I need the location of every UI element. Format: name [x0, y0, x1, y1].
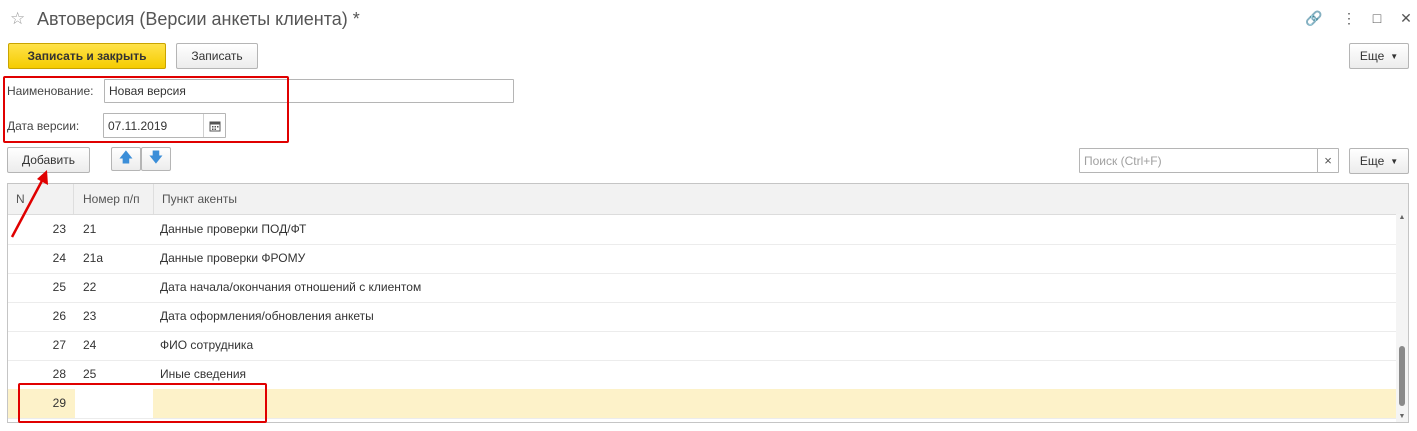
- link-icon[interactable]: 🔗: [1305, 10, 1323, 27]
- cell-item[interactable]: [154, 389, 1394, 418]
- table-header: N Номер п/п Пункт акенты: [8, 184, 1408, 215]
- table-row[interactable]: 26 23 Дата оформления/обновления анкеты: [8, 302, 1396, 332]
- move-down-button[interactable]: 🡇: [141, 147, 171, 171]
- table-scrollbar[interactable]: ▲ ▼: [1396, 214, 1408, 422]
- cell-item: Данные проверки ФРОМУ: [160, 251, 306, 265]
- arrow-down-icon: 🡇: [148, 149, 164, 165]
- cell-n: 27: [52, 338, 66, 352]
- cell-n: 24: [52, 251, 66, 265]
- maximize-icon[interactable]: □: [1368, 10, 1386, 26]
- close-icon[interactable]: ✕: [1397, 10, 1415, 27]
- cell-number: 24: [83, 338, 97, 352]
- cell-item: Дата оформления/обновления анкеты: [160, 309, 374, 323]
- more-label: Еще: [1359, 49, 1385, 63]
- search-placeholder: Поиск (Ctrl+F): [1084, 153, 1162, 168]
- scroll-up-icon[interactable]: ▲: [1396, 214, 1408, 224]
- move-up-button[interactable]: 🡅: [111, 147, 141, 171]
- cell-item: Данные проверки ПОД/ФТ: [160, 222, 307, 236]
- search-input[interactable]: Поиск (Ctrl+F): [1079, 148, 1318, 173]
- cell-number: 21: [83, 222, 97, 236]
- scroll-thumb[interactable]: [1399, 346, 1405, 406]
- column-header-item[interactable]: Пункт акенты: [154, 184, 1408, 214]
- favorite-star-icon[interactable]: ☆: [10, 9, 25, 29]
- table-more-button[interactable]: Еще ▼: [1349, 148, 1409, 174]
- table-row[interactable]: 27 24 ФИО сотрудника: [8, 331, 1396, 361]
- window-title: Автоверсия (Версии анкеты клиента) *: [37, 9, 360, 29]
- clear-icon: ×: [1324, 153, 1332, 168]
- cell-item: Дата начала/окончания отношений с клиент…: [160, 280, 422, 294]
- cell-n: 25: [52, 280, 66, 294]
- column-header-number[interactable]: Номер п/п: [75, 184, 154, 214]
- chevron-down-icon: ▼: [1390, 156, 1399, 166]
- save-and-close-button[interactable]: Записать и закрыть: [8, 43, 166, 69]
- save-button[interactable]: Записать: [176, 43, 258, 69]
- more-button[interactable]: Еще ▼: [1349, 43, 1409, 69]
- cell-number: 23: [83, 309, 97, 323]
- cell-item: Иные сведения: [160, 367, 247, 381]
- save-and-close-label: Записать и закрыть: [27, 49, 147, 63]
- arrow-up-icon: 🡅: [118, 149, 134, 165]
- cell-number: 22: [83, 280, 97, 294]
- table-row[interactable]: 25 22 Дата начала/окончания отношений с …: [8, 273, 1396, 303]
- chevron-down-icon: ▼: [1390, 51, 1399, 61]
- table-row[interactable]: 24 21а Данные проверки ФРОМУ: [8, 244, 1396, 274]
- cell-number: 21а: [83, 251, 104, 265]
- table-row[interactable]: 23 21 Данные проверки ПОД/ФТ: [8, 215, 1396, 245]
- cell-n: 26: [52, 309, 66, 323]
- table-more-label: Еще: [1359, 154, 1385, 168]
- scroll-down-icon[interactable]: ▼: [1396, 413, 1408, 422]
- annotation-form-highlight: [3, 76, 289, 143]
- cell-item: ФИО сотрудника: [160, 338, 254, 352]
- annotation-new-row-highlight: [18, 383, 267, 423]
- search-clear-button[interactable]: ×: [1317, 148, 1339, 173]
- more-actions-icon[interactable]: ⋮: [1340, 10, 1358, 27]
- save-label: Записать: [191, 49, 243, 63]
- annotation-arrow: [10, 170, 48, 238]
